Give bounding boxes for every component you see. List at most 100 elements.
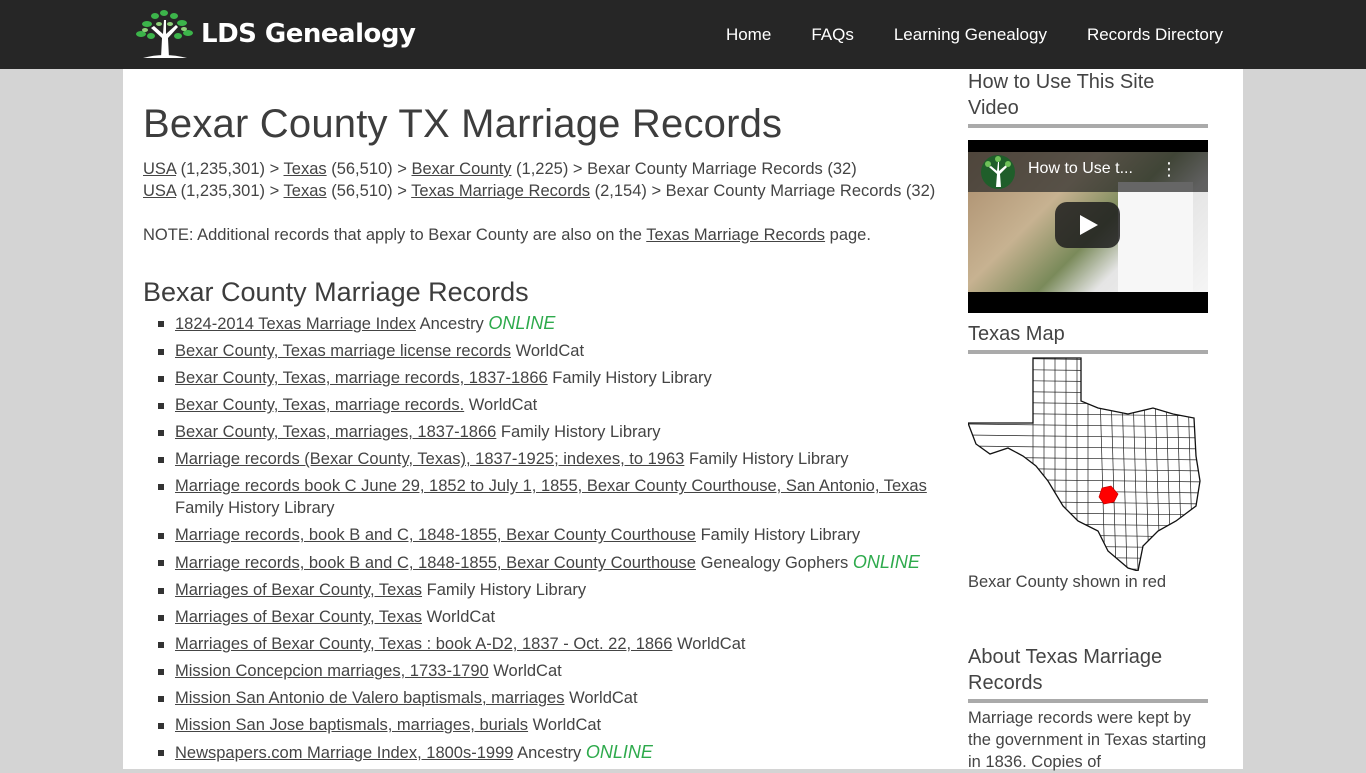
record-link[interactable]: Mission San Antonio de Valero baptismals… [175, 689, 564, 707]
record-item: Bexar County, Texas marriage license rec… [155, 340, 943, 362]
breadcrumb-link-texas[interactable]: Texas [284, 160, 327, 178]
map-heading: Texas Map [968, 321, 1208, 354]
breadcrumb-count: (56,510) > [326, 160, 412, 178]
county-line [968, 544, 1200, 549]
record-link[interactable]: Marriages of Bexar County, Texas [175, 581, 422, 599]
record-source: WorldCat [677, 635, 746, 654]
record-item: Bexar County, Texas, marriage records. W… [155, 394, 943, 416]
record-link[interactable]: Newspapers.com Marriage Index, 1800s-199… [175, 744, 513, 762]
nav-home[interactable]: Home [726, 25, 771, 45]
record-source: WorldCat [532, 716, 602, 735]
note: NOTE: Additional records that apply to B… [143, 224, 943, 246]
record-link[interactable]: Marriages of Bexar County, Texas : book … [175, 635, 672, 653]
record-item: Marriage records, book B and C, 1848-185… [155, 524, 943, 546]
record-link[interactable]: Mission Concepcion marriages, 1733-1790 [175, 662, 489, 680]
channel-logo-icon [981, 155, 1015, 189]
record-source: Ancestry [517, 744, 582, 763]
record-source: WorldCat [569, 689, 638, 708]
breadcrumb-link-texas-marriage-records[interactable]: Texas Marriage Records [411, 182, 590, 200]
record-item: Mission San Jose baptismals, marriages, … [155, 714, 943, 736]
record-link[interactable]: Bexar County, Texas, marriage records, 1… [175, 369, 548, 387]
record-source: Genealogy Gophers [700, 554, 849, 573]
record-item: Marriages of Bexar County, Texas Family … [155, 579, 943, 601]
note-link-texas-marriage-records[interactable]: Texas Marriage Records [646, 226, 825, 244]
breadcrumb: USA (1,235,301) > Texas (56,510) > Bexar… [143, 158, 943, 180]
record-item: Mission San Antonio de Valero baptismals… [155, 687, 943, 709]
breadcrumb-link-usa[interactable]: USA [143, 160, 176, 178]
record-link[interactable]: Marriages of Bexar County, Texas [175, 608, 422, 626]
record-item: Bexar County, Texas, marriage records, 1… [155, 367, 943, 389]
records-list: 1824-2014 Texas Marriage Index Ancestry … [155, 312, 943, 764]
page-title: Bexar County TX Marriage Records [143, 102, 783, 146]
breadcrumb-count: (2,154) > [590, 182, 666, 200]
more-options-icon[interactable]: ⋮ [1160, 160, 1178, 178]
texas-map-image [967, 357, 1201, 572]
tree-logo-icon [136, 10, 193, 58]
record-item: Marriage records (Bexar County, Texas), … [155, 448, 943, 470]
page-content: Bexar County TX Marriage Records USA (1,… [123, 69, 1243, 771]
record-source: Family History Library [175, 499, 335, 518]
breadcrumb-link-usa[interactable]: USA [143, 182, 176, 200]
record-link[interactable]: Bexar County, Texas marriage license rec… [175, 342, 511, 360]
video-title: How to Use t... [1028, 160, 1133, 177]
site-header: LDS Genealogy Home FAQs Learning Genealo… [0, 0, 1366, 69]
record-item: Newspapers.com Marriage Index, 1800s-199… [155, 741, 943, 764]
nav-records-directory[interactable]: Records Directory [1087, 25, 1223, 45]
record-link[interactable]: 1824-2014 Texas Marriage Index [175, 315, 416, 333]
county-line [968, 368, 1200, 373]
play-icon[interactable] [1055, 202, 1120, 248]
county-line [1197, 358, 1200, 571]
record-link[interactable]: Marriage records book C June 29, 1852 to… [175, 477, 927, 495]
record-link[interactable]: Marriage records, book B and C, 1848-185… [175, 526, 696, 544]
record-source: WorldCat [468, 396, 538, 415]
breadcrumb-count: (1,235,301) > [176, 160, 284, 178]
record-item: Mission Concepcion marriages, 1733-1790 … [155, 660, 943, 682]
breadcrumb-count: (56,510) > [326, 182, 412, 200]
county-line [968, 379, 1200, 384]
record-item: Bexar County, Texas, marriages, 1837-186… [155, 421, 943, 443]
record-link[interactable]: Bexar County, Texas, marriage records. [175, 396, 464, 414]
online-badge: ONLINE [852, 552, 920, 573]
county-line [968, 358, 1200, 362]
breadcrumb-link-bexar-county[interactable]: Bexar County [411, 160, 511, 178]
online-badge: ONLINE [585, 742, 653, 763]
record-source: WorldCat [515, 342, 585, 361]
record-item: Marriage records book C June 29, 1852 to… [155, 475, 943, 519]
record-source: WorldCat [426, 608, 496, 627]
record-link[interactable]: Bexar County, Texas, marriages, 1837-186… [175, 423, 496, 441]
record-link[interactable]: Mission San Jose baptismals, marriages, … [175, 716, 528, 734]
map-caption: Bexar County shown in red [968, 573, 1167, 591]
breadcrumb-link-texas[interactable]: Texas [284, 182, 327, 200]
video-thumbnail-page [1118, 182, 1193, 292]
online-badge: ONLINE [488, 313, 556, 334]
nav-learning-genealogy[interactable]: Learning Genealogy [894, 25, 1047, 45]
section-title: Bexar County Marriage Records [143, 277, 529, 307]
about-text: Marriage records were kept by the govern… [968, 709, 1207, 771]
breadcrumb-current: Bexar County Marriage Records (32) [587, 160, 857, 178]
record-link[interactable]: Marriage records (Bexar County, Texas), … [175, 450, 684, 468]
county-line [968, 533, 1200, 538]
main-column: Bexar County TX Marriage Records USA (1,… [143, 69, 943, 769]
record-link[interactable]: Marriage records, book B and C, 1848-185… [175, 554, 696, 572]
about-heading: About Texas Marriage Records [968, 644, 1208, 703]
video-player[interactable]: How to Use t... ⋮ [968, 140, 1208, 313]
sidebar: How to Use This Site Video How to Use t.… [967, 69, 1208, 773]
breadcrumbs: USA (1,235,301) > Texas (56,510) > Bexar… [143, 158, 943, 202]
record-source: Family History Library [688, 450, 849, 469]
note-text: page. [825, 226, 871, 244]
nav-faqs[interactable]: FAQs [811, 25, 854, 45]
record-source: WorldCat [493, 662, 562, 681]
logo-text: LDS Genealogy [201, 19, 416, 49]
record-source: Family History Library [500, 423, 661, 442]
record-item: 1824-2014 Texas Marriage Index Ancestry … [155, 312, 943, 335]
breadcrumb-count: (1,235,301) > [176, 182, 284, 200]
site-logo[interactable]: LDS Genealogy [133, 8, 416, 60]
breadcrumb-current: Bexar County Marriage Records (32) [665, 182, 936, 200]
record-item: Marriages of Bexar County, Texas WorldCa… [155, 606, 943, 628]
record-source: Family History Library [700, 526, 861, 545]
record-item: Marriages of Bexar County, Texas : book … [155, 633, 943, 655]
main-nav: Home FAQs Learning Genealogy Records Dir… [686, 0, 1223, 69]
county-line [968, 390, 1200, 395]
breadcrumb-count: (1,225) > [511, 160, 588, 178]
video-heading: How to Use This Site Video [968, 69, 1208, 128]
